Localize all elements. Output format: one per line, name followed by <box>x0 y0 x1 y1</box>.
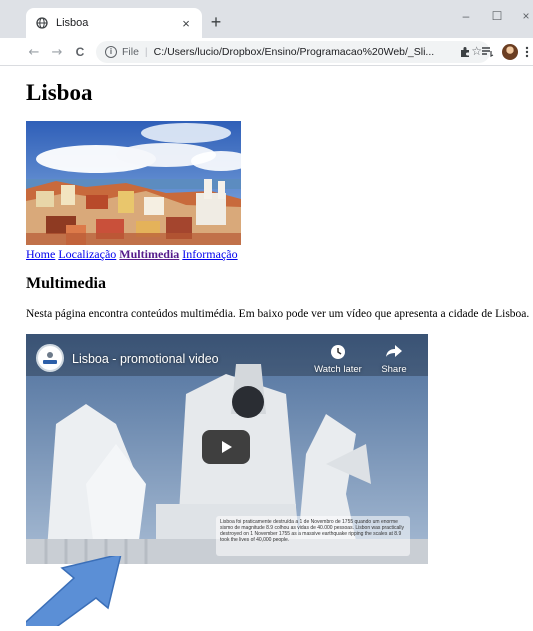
forward-button[interactable]: → <box>47 41 67 63</box>
watch-later-label: Watch later <box>314 364 362 375</box>
close-window-button[interactable]: × <box>514 6 533 26</box>
share-label: Share <box>381 364 407 375</box>
tab-strip: Lisboa × + – ☐ × <box>0 0 533 38</box>
globe-icon <box>36 17 48 29</box>
share-button[interactable]: Share <box>364 344 424 375</box>
browser-tab[interactable]: Lisboa × <box>26 8 202 38</box>
maximize-button[interactable]: ☐ <box>485 6 509 26</box>
share-icon <box>364 344 424 364</box>
site-nav: Home Localização Multimedia Informação <box>26 247 238 262</box>
annotation-arrow <box>14 552 166 631</box>
youtube-embed[interactable]: Lisboa - promotional video Watch later S… <box>26 334 428 564</box>
video-caption: Lisboa foi praticamente destruída a 1 de… <box>216 516 410 556</box>
browser-toolbar: ← → C i File | C:/Users/lucio/Dropbox/En… <box>0 38 533 66</box>
extensions-icon[interactable] <box>456 41 474 63</box>
address-bar[interactable]: i File | C:/Users/lucio/Dropbox/Ensino/P… <box>96 41 490 63</box>
info-icon[interactable]: i <box>105 46 117 58</box>
nav-link-informacao[interactable]: Informação <box>182 247 237 261</box>
tab-title: Lisboa <box>56 17 89 29</box>
reading-list-icon[interactable] <box>478 41 496 63</box>
play-icon <box>222 441 232 453</box>
reload-button[interactable]: C <box>70 41 90 63</box>
address-separator: | <box>144 46 148 58</box>
close-tab-icon[interactable]: × <box>178 15 194 31</box>
lisbon-photo <box>26 121 241 245</box>
video-title[interactable]: Lisboa - promotional video <box>72 352 219 366</box>
play-button[interactable] <box>202 430 250 464</box>
scheme-label: File <box>122 46 139 58</box>
url-text: C:/Users/lucio/Dropbox/Ensino/Programaca… <box>153 46 435 58</box>
clock-icon <box>308 344 368 364</box>
minimize-button[interactable]: – <box>454 6 478 26</box>
profile-avatar[interactable] <box>502 44 518 60</box>
back-button[interactable]: ← <box>24 41 44 63</box>
nav-link-home[interactable]: Home <box>26 247 55 261</box>
intro-paragraph: Nesta página encontra conteúdos multiméd… <box>26 308 530 320</box>
watch-later-button[interactable]: Watch later <box>308 344 368 375</box>
section-heading: Multimedia <box>26 275 106 292</box>
channel-logo[interactable] <box>36 344 64 372</box>
menu-icon[interactable] <box>522 41 532 63</box>
nav-link-localizacao[interactable]: Localização <box>58 247 116 261</box>
nav-link-multimedia[interactable]: Multimedia <box>119 247 179 261</box>
page-title: Lisboa <box>26 80 93 105</box>
new-tab-button[interactable]: + <box>207 13 225 31</box>
